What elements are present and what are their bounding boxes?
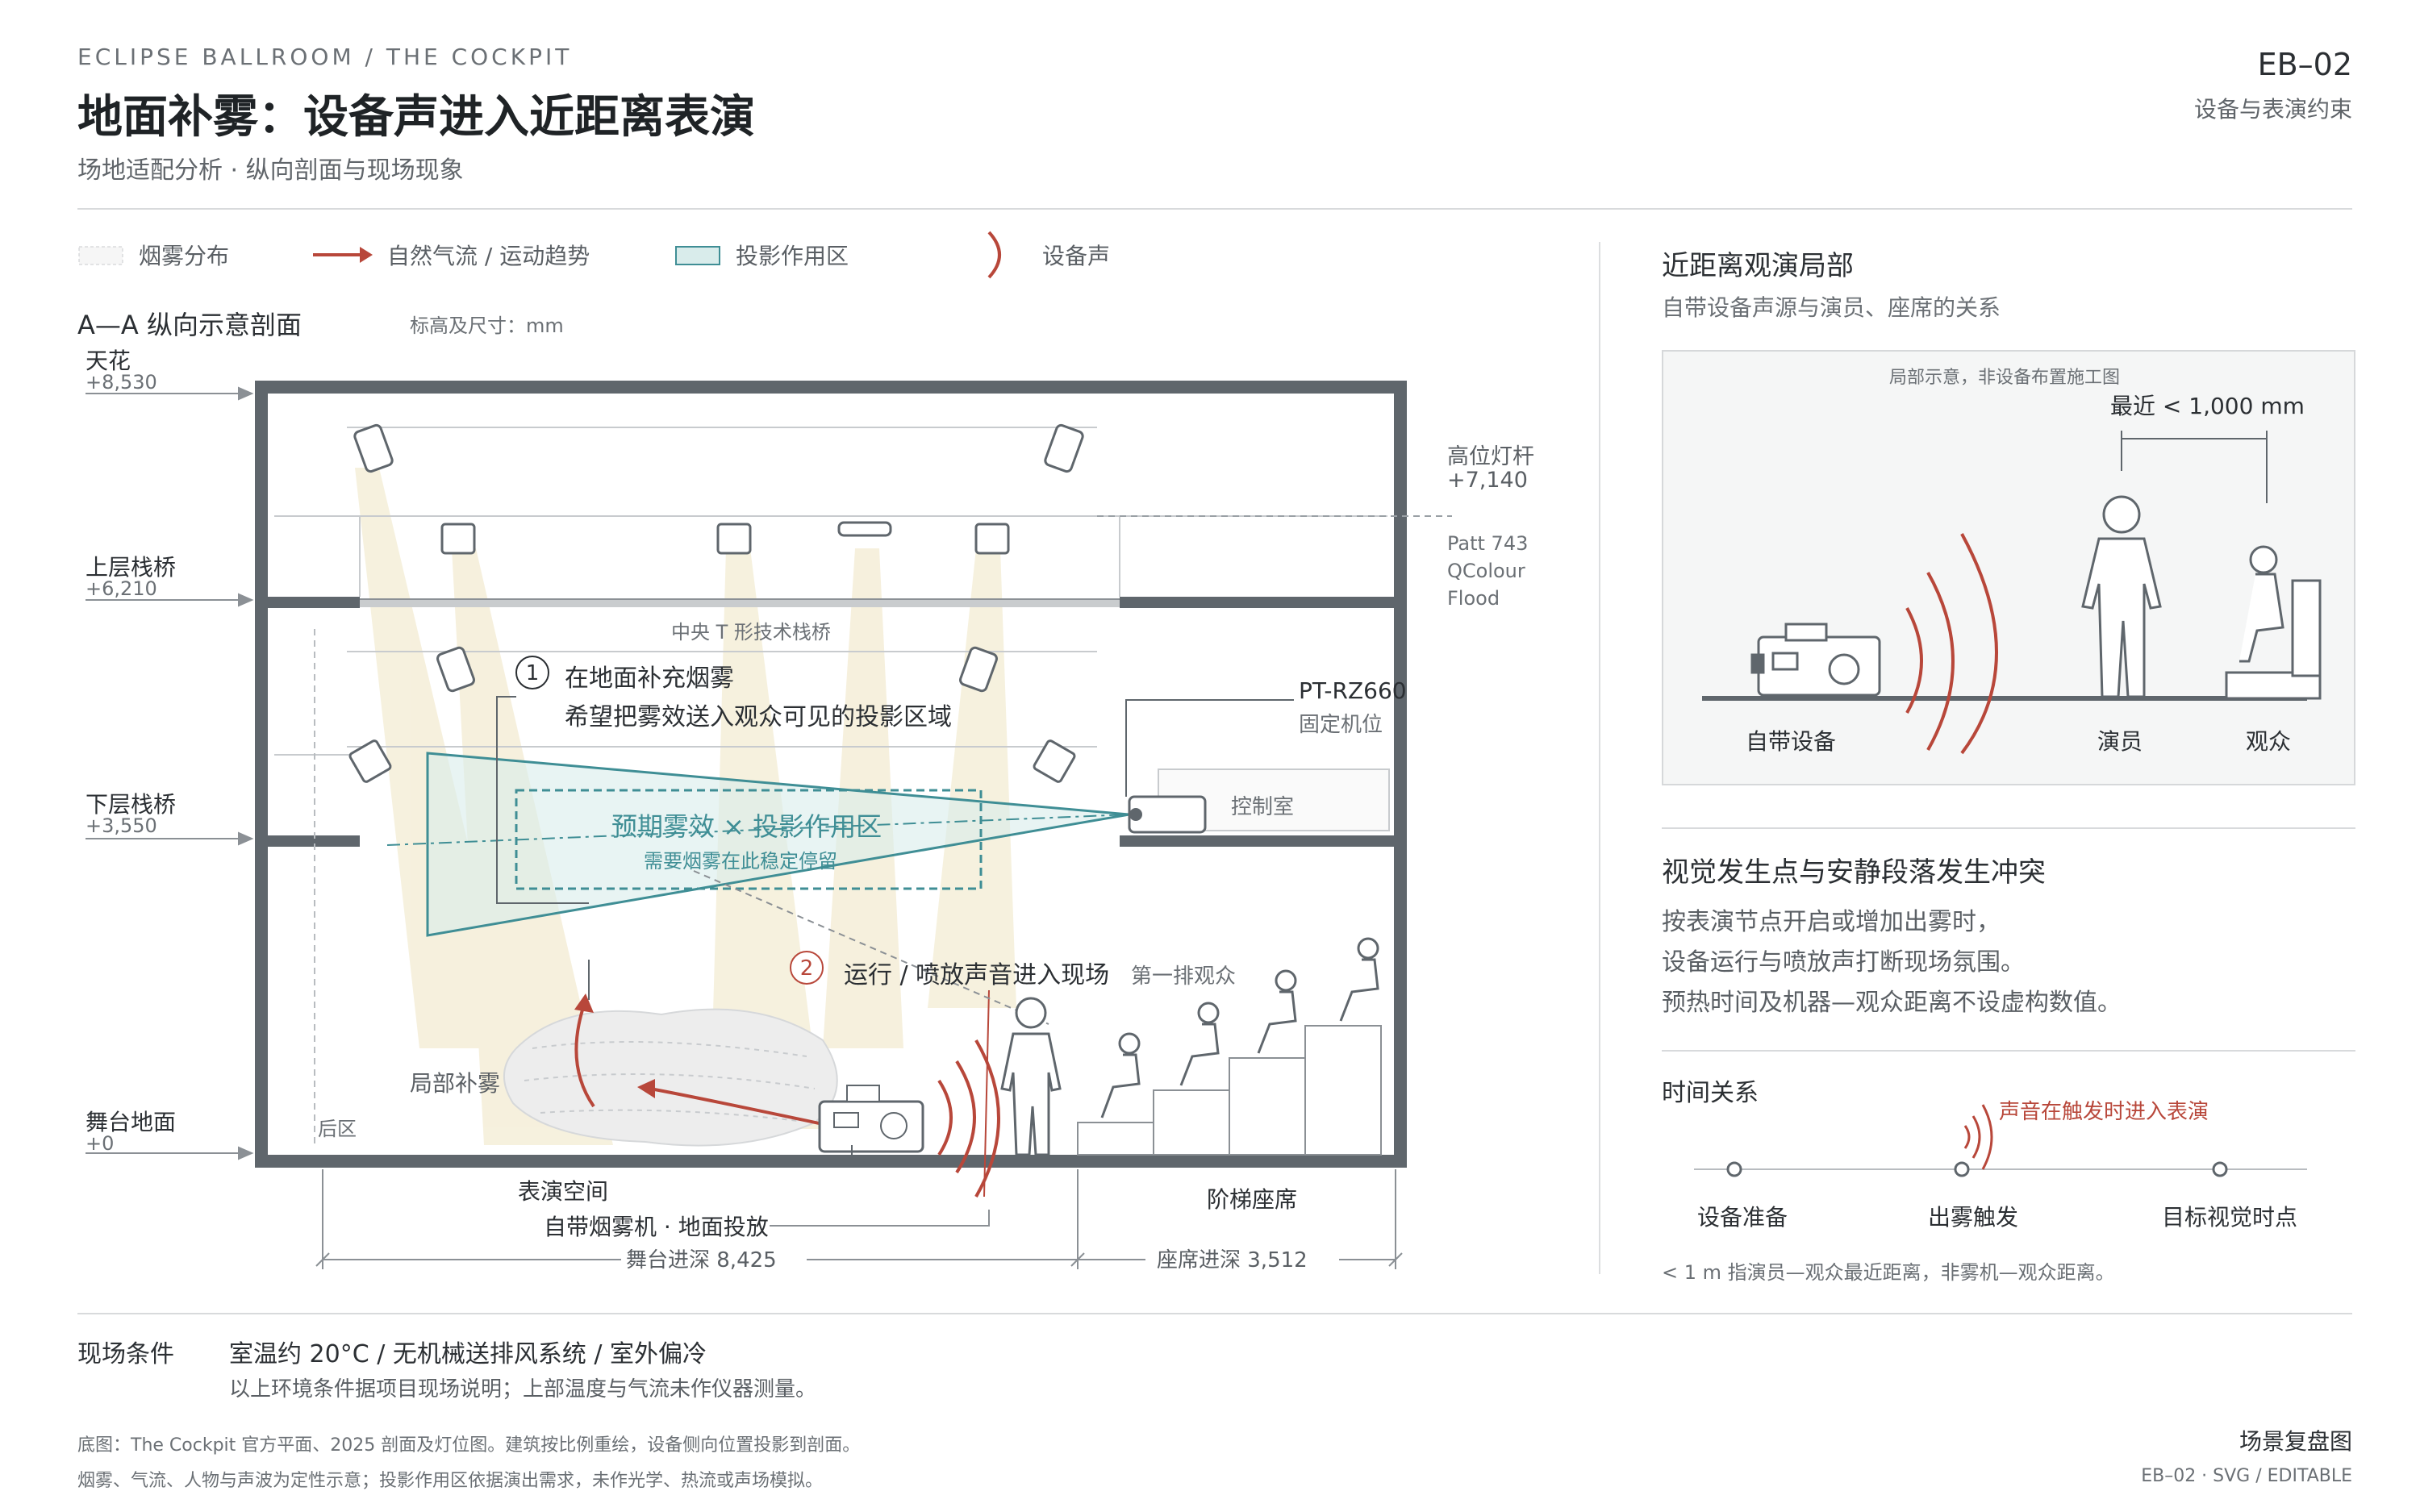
fog-machine-label: 自带烟雾机 · 地面投放 bbox=[544, 1214, 769, 1240]
panel-caption: 局部示意，非设备布置施工图 bbox=[1889, 368, 2121, 388]
sheet-subtitle: 设备与表演约束 bbox=[2193, 96, 2352, 123]
panel-divider-2 bbox=[1662, 1050, 2355, 1052]
section-drawing: 1 2 bbox=[86, 381, 1452, 1269]
callout-2-number: 2 bbox=[800, 956, 814, 981]
conflict-line-2: 设备运行与喷放声打断现场氛围。 bbox=[1662, 948, 2025, 977]
sheet-code: EB–02 bbox=[2257, 47, 2352, 82]
callout-1-number: 1 bbox=[526, 661, 540, 685]
footer-line-1: 底图：The Cockpit 官方平面、2025 剖面及灯位图。建筑按比例重绘，… bbox=[77, 1435, 861, 1456]
panel-title: 近距离观演局部 bbox=[1662, 250, 1854, 282]
actor-label: 演员 bbox=[2097, 728, 2143, 755]
timeline-step-2: 出雾触发 bbox=[1928, 1204, 2019, 1231]
fixture-line-3: Flood bbox=[1447, 587, 1500, 610]
local-fog-label: 局部补雾 bbox=[410, 1070, 501, 1097]
distance-label: 最近 < 1,000 mm bbox=[2110, 393, 2305, 419]
callout-2-text: 运行 / 喷放声音进入现场 bbox=[844, 961, 1110, 989]
footer-line-2: 烟雾、气流、人物与声波为定性示意；投影作用区依据演出需求，未作光学、热流或声场模… bbox=[77, 1471, 824, 1491]
stage-depth-dimension: 舞台进深 8,425 bbox=[626, 1248, 777, 1272]
footer-right-title: 场景复盘图 bbox=[2238, 1428, 2352, 1455]
control-room-label: 控制室 bbox=[1231, 795, 1295, 819]
footer-right-subtitle: EB–02 · SVG / EDITABLE bbox=[2141, 1466, 2352, 1486]
timeline-step-3: 目标视觉时点 bbox=[2162, 1204, 2298, 1231]
seating-label: 阶梯座席 bbox=[1207, 1186, 1298, 1213]
conditions-note: 以上环境条件据项目现场说明；上部温度与气流未作仪器测量。 bbox=[229, 1377, 817, 1402]
projector-model: PT-RZ660 bbox=[1299, 677, 1407, 704]
conditions-value: 室温约 20°C / 无机械送排风系统 / 室外偏冷 bbox=[229, 1340, 707, 1368]
conflict-line-3: 预热时间及机器—观众距离不设虚构数值。 bbox=[1662, 989, 2122, 1017]
projection-zone-subtitle: 需要烟雾在此稳定停留 bbox=[644, 850, 837, 873]
audience-label: 观众 bbox=[2246, 728, 2292, 755]
fixture-line-1: Patt 743 bbox=[1447, 532, 1529, 555]
central-bridge-label: 中央 T 形技术栈桥 bbox=[671, 621, 831, 644]
timeline-alert: 声音在触发时进入表演 bbox=[1999, 1100, 2209, 1124]
timeline-note: < 1 m 指演员—观众最近距离，非雾机—观众距离。 bbox=[1662, 1261, 2115, 1284]
projection-zone-title: 预期雾效 × 投影作用区 bbox=[611, 811, 882, 842]
front-row-label: 第一排观众 bbox=[1131, 964, 1237, 989]
projector-note: 固定机位 bbox=[1299, 713, 1383, 737]
conditions-divider bbox=[77, 1313, 2352, 1314]
seat-depth-dimension: 座席进深 3,512 bbox=[1157, 1248, 1308, 1272]
high-bar-name: 高位灯杆 bbox=[1447, 444, 1534, 469]
conflict-line-1: 按表演节点开启或增加出雾时， bbox=[1662, 908, 2001, 936]
conflict-title: 视觉发生点与安静段落发生冲突 bbox=[1662, 856, 2046, 889]
timeline-step-1: 设备准备 bbox=[1697, 1204, 1788, 1231]
panel-subtitle: 自带设备声源与演员、座席的关系 bbox=[1662, 294, 2001, 321]
performance-space-label: 表演空间 bbox=[518, 1178, 609, 1205]
backstage-label: 后区 bbox=[318, 1118, 357, 1140]
fixture-line-2: QColour bbox=[1447, 560, 1525, 582]
conditions-label: 现场条件 bbox=[77, 1340, 174, 1368]
callout-1-desc: 希望把雾效送入观众可见的投影区域 bbox=[565, 703, 952, 731]
high-bar-value: +7,140 bbox=[1447, 468, 1528, 493]
callout-1-title: 在地面补充烟雾 bbox=[565, 664, 734, 693]
column-divider bbox=[1599, 242, 1600, 1274]
panel-divider-1 bbox=[1662, 827, 2355, 829]
device-label: 自带设备 bbox=[1746, 728, 1837, 755]
